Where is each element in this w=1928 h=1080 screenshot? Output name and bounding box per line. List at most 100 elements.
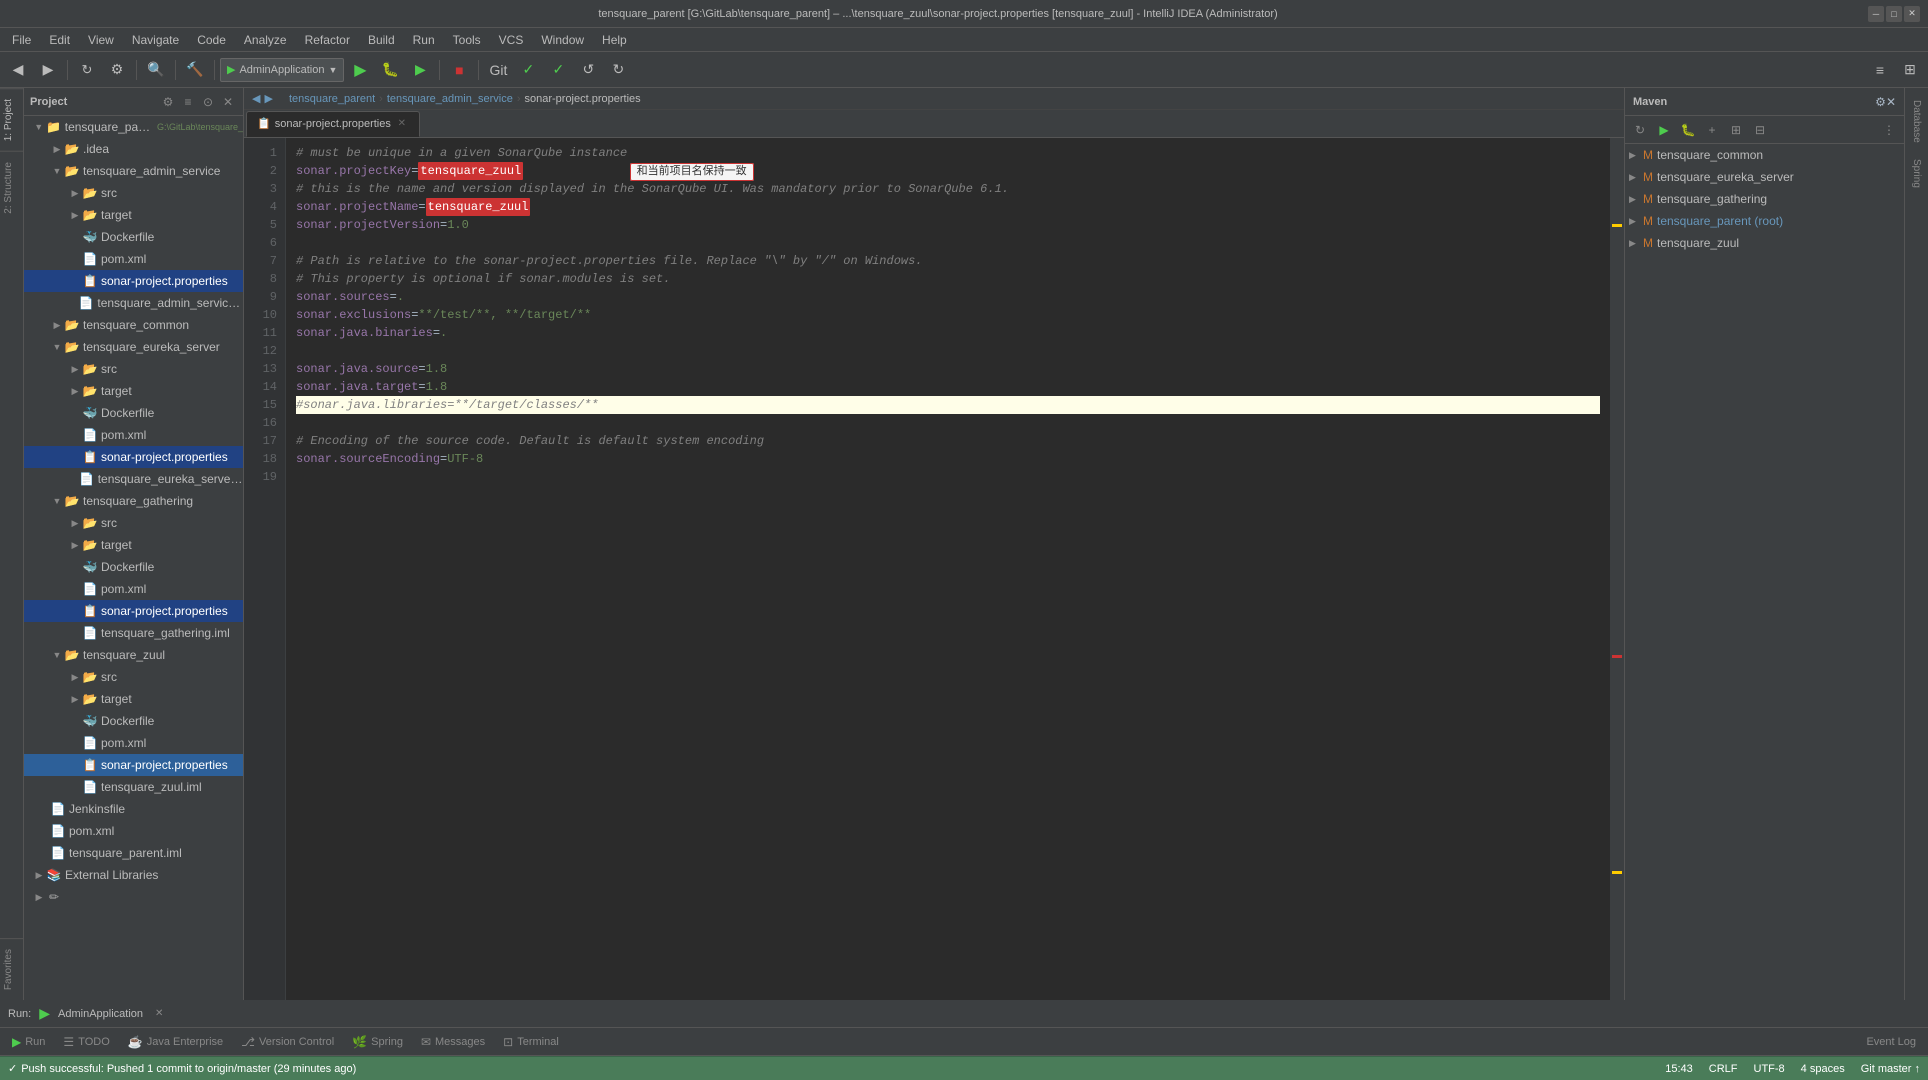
menu-code[interactable]: Code	[189, 31, 234, 49]
tab-close-button[interactable]: ✕	[395, 117, 409, 131]
toolbar-right-1[interactable]: ≡	[1866, 56, 1894, 84]
maven-item-zuul[interactable]: ▶ M tensquare_zuul	[1625, 232, 1904, 254]
tree-item-gathering-dockerfile[interactable]: 🐳 Dockerfile	[24, 556, 243, 578]
bottom-tab-version-control[interactable]: ⎇ Version Control	[233, 1029, 342, 1055]
hammer-build-button[interactable]: 🔨	[181, 56, 209, 84]
stop-button[interactable]: ■	[445, 56, 473, 84]
tree-item-admin-iml[interactable]: 📄 tensquare_admin_service.iml	[24, 292, 243, 314]
tree-item-gathering-target[interactable]: ▶ 📂 target	[24, 534, 243, 556]
bottom-tab-event-log[interactable]: Event Log	[1858, 1029, 1924, 1055]
tree-item-eureka-pom[interactable]: 📄 pom.xml	[24, 424, 243, 446]
menu-tools[interactable]: Tools	[445, 31, 489, 49]
charset[interactable]: UTF-8	[1754, 1063, 1785, 1075]
maven-debug-icon[interactable]: 🐛	[1677, 119, 1699, 141]
maven-item-gathering[interactable]: ▶ M tensquare_gathering	[1625, 188, 1904, 210]
maximize-button[interactable]: □	[1886, 6, 1902, 22]
menu-refactor[interactable]: Refactor	[297, 31, 358, 49]
coverage-button[interactable]: ▶	[406, 56, 434, 84]
tree-item-gathering[interactable]: ▼ 📂 tensquare_gathering	[24, 490, 243, 512]
tree-item-eureka[interactable]: ▼ 📂 tensquare_eureka_server	[24, 336, 243, 358]
tree-item-jenkinsfile[interactable]: 📄 Jenkinsfile	[24, 798, 243, 820]
tree-item-zuul-target[interactable]: ▶ 📂 target	[24, 688, 243, 710]
tree-item-eureka-target[interactable]: ▶ 📂 target	[24, 380, 243, 402]
tree-item-zuul-dockerfile[interactable]: 🐳 Dockerfile	[24, 710, 243, 732]
tree-item-zuul-iml[interactable]: 📄 tensquare_zuul.iml	[24, 776, 243, 798]
minimize-button[interactable]: ─	[1868, 6, 1884, 22]
maven-settings-icon[interactable]: ⚙	[1875, 95, 1886, 109]
maven-add-icon[interactable]: +	[1701, 119, 1723, 141]
menu-file[interactable]: File	[4, 31, 39, 49]
bottom-tab-spring[interactable]: 🌿 Spring	[344, 1029, 411, 1055]
maven-item-parent[interactable]: ▶ M tensquare_parent (root)	[1625, 210, 1904, 232]
right-tab-database[interactable]: Database	[1907, 92, 1926, 151]
tree-item-admin-src[interactable]: ▶ 📂 src	[24, 182, 243, 204]
settings-icon[interactable]: ≡	[179, 93, 197, 111]
menu-run[interactable]: Run	[405, 31, 443, 49]
menu-navigate[interactable]: Navigate	[124, 31, 187, 49]
tree-item-eureka-iml[interactable]: 📄 tensquare_eureka_server.iml	[24, 468, 243, 490]
maven-item-common[interactable]: ▶ M tensquare_common	[1625, 144, 1904, 166]
left-tab-favorites[interactable]: Favorites	[0, 938, 23, 1000]
bottom-tab-terminal[interactable]: ⊡ Terminal	[495, 1029, 567, 1055]
indent-info[interactable]: 4 spaces	[1801, 1063, 1845, 1075]
tree-item-admin-target[interactable]: ▶ 📂 target	[24, 204, 243, 226]
tree-item-admin-sonar[interactable]: 📋 sonar-project.properties	[24, 270, 243, 292]
menu-view[interactable]: View	[80, 31, 122, 49]
toolbar-right-2[interactable]: ⊞	[1896, 56, 1924, 84]
tree-item-zuul[interactable]: ▼ 📂 tensquare_zuul	[24, 644, 243, 666]
debug-button[interactable]: 🐛	[376, 56, 404, 84]
undo-button[interactable]: ↺	[574, 56, 602, 84]
run-tab-close[interactable]: ✕	[155, 1008, 163, 1019]
menu-build[interactable]: Build	[360, 31, 403, 49]
menu-analyze[interactable]: Analyze	[236, 31, 295, 49]
maven-reload-icon[interactable]: ↻	[1629, 119, 1651, 141]
close-button[interactable]: ✕	[1904, 6, 1920, 22]
maven-item-eureka[interactable]: ▶ M tensquare_eureka_server	[1625, 166, 1904, 188]
maven-close-icon[interactable]: ✕	[1886, 95, 1896, 109]
tree-item-common[interactable]: ▶ 📂 tensquare_common	[24, 314, 243, 336]
tree-item-parent-iml[interactable]: 📄 tensquare_parent.iml	[24, 842, 243, 864]
close-panel-icon[interactable]: ✕	[219, 93, 237, 111]
tree-item-gathering-iml[interactable]: 📄 tensquare_gathering.iml	[24, 622, 243, 644]
tree-item-eureka-sonar[interactable]: 📋 sonar-project.properties	[24, 446, 243, 468]
forward-button[interactable]: ▶	[34, 56, 62, 84]
maven-more-icon[interactable]: ⋮	[1878, 119, 1900, 141]
code-editor[interactable]: # must be unique in a given SonarQube in…	[286, 138, 1610, 1000]
git-branch[interactable]: Git master ↑	[1861, 1063, 1920, 1075]
tree-item-gathering-pom[interactable]: 📄 pom.xml	[24, 578, 243, 600]
editor-scrollbar[interactable]	[1610, 138, 1624, 1000]
checkmark-button[interactable]: ✓	[514, 56, 542, 84]
run-config-dropdown[interactable]: ▶ AdminApplication ▼	[220, 58, 344, 82]
tree-item-admin-dockerfile[interactable]: 🐳 Dockerfile	[24, 226, 243, 248]
breadcrumb-part-2[interactable]: tensquare_admin_service	[387, 93, 513, 105]
right-tab-spring[interactable]: Spring	[1907, 151, 1926, 196]
bottom-tab-messages[interactable]: ✉ Messages	[413, 1029, 493, 1055]
maven-run-icon[interactable]: ▶	[1653, 119, 1675, 141]
tree-item-admin-service[interactable]: ▼ 📂 tensquare_admin_service	[24, 160, 243, 182]
settings-button[interactable]: ⚙	[103, 56, 131, 84]
bottom-tab-run[interactable]: ▶ Run	[4, 1029, 53, 1055]
breadcrumb-nav-forward[interactable]: ▶	[264, 92, 272, 105]
left-tab-structure[interactable]: 2: Structure	[0, 151, 23, 224]
redo-button[interactable]: ↻	[604, 56, 632, 84]
tree-item-external-libs[interactable]: ▶ 📚 External Libraries	[24, 864, 243, 886]
menu-window[interactable]: Window	[533, 31, 592, 49]
editor-tab-sonar[interactable]: 📋 sonar-project.properties ✕	[246, 111, 420, 137]
maven-collapse-all-icon[interactable]: ⊟	[1749, 119, 1771, 141]
bottom-tab-todo[interactable]: ☰ TODO	[55, 1029, 117, 1055]
left-tab-project[interactable]: 1: Project	[0, 88, 23, 151]
tree-item-root[interactable]: ▼ 📁 tensquare_parent G:\GitLab\tensquare…	[24, 116, 243, 138]
menu-edit[interactable]: Edit	[41, 31, 78, 49]
tree-item-idea[interactable]: ▶ 📂 .idea	[24, 138, 243, 160]
breadcrumb-nav-back[interactable]: ◀	[252, 92, 260, 105]
checkmark2-button[interactable]: ✓	[544, 56, 572, 84]
tree-item-zuul-sonar[interactable]: 📋 sonar-project.properties	[24, 754, 243, 776]
sync-button[interactable]: ↻	[73, 56, 101, 84]
vcs-update-button[interactable]: Git	[484, 56, 512, 84]
tree-item-eureka-src[interactable]: ▶ 📂 src	[24, 358, 243, 380]
gear-icon[interactable]: ⊙	[199, 93, 217, 111]
tree-item-gathering-src[interactable]: ▶ 📂 src	[24, 512, 243, 534]
tree-item-scratches[interactable]: ▶ ✏	[24, 886, 243, 908]
maven-expand-all-icon[interactable]: ⊞	[1725, 119, 1747, 141]
search-everywhere-button[interactable]: 🔍	[142, 56, 170, 84]
